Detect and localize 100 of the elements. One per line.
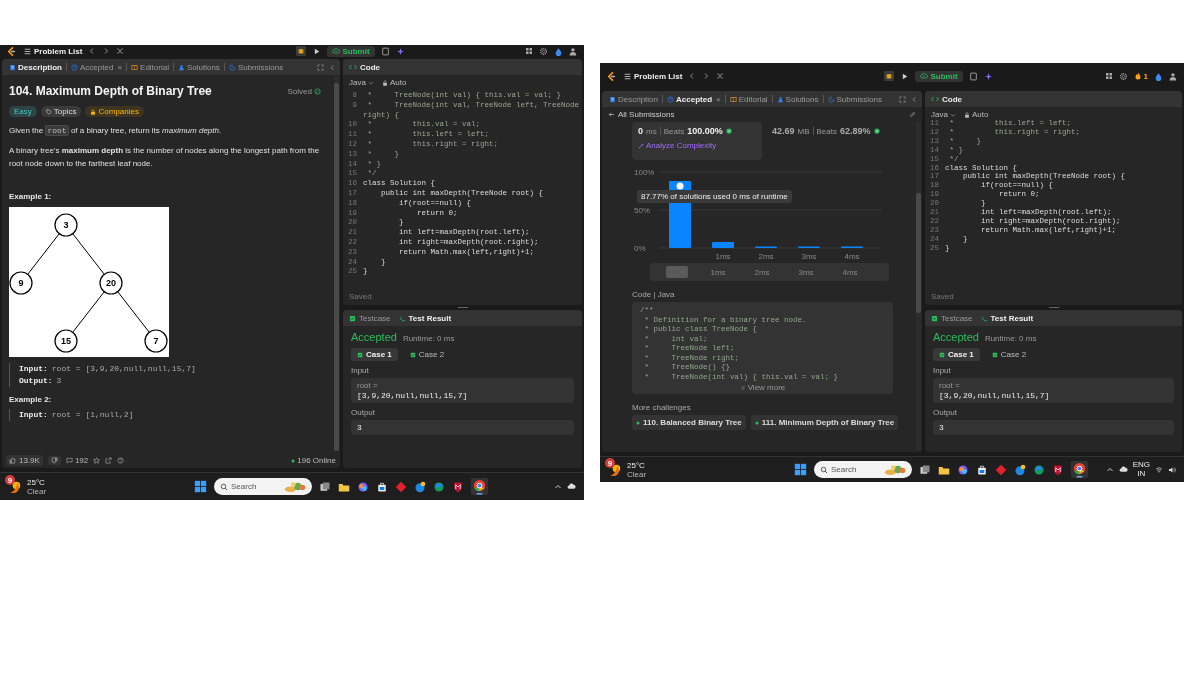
speaker-icon[interactable] [1168,465,1176,474]
search-icon [820,465,828,474]
submit-button[interactable]: Submit [327,45,375,57]
tab[interactable]: Accepted × [68,59,126,75]
example-heading: Example 2: [9,395,53,405]
logo-icon[interactable] [6,45,17,57]
flask-icon [177,63,185,71]
shield-icon[interactable] [1052,463,1064,476]
language-dropdown[interactable]: Java [931,110,956,119]
chevron-up-icon[interactable] [1105,465,1114,474]
problem-list-button[interactable]: Problem List [23,46,83,56]
share-icon[interactable] [105,457,113,464]
sparkle-icon[interactable] [983,71,993,81]
globe-icon[interactable] [1014,463,1026,476]
start-icon[interactable] [194,480,207,493]
chevron-up-icon[interactable] [554,482,562,491]
wifi-icon[interactable] [1155,465,1163,474]
cloud-icon[interactable] [1118,465,1128,474]
problem-list-button[interactable]: Problem List [623,71,683,81]
tab[interactable]: Testcase [931,313,973,323]
tab[interactable]: Editorial [128,59,172,75]
swirl-icon[interactable] [957,463,969,476]
challenge-button[interactable]: 111. Minimum Depth of Binary Tree [750,415,899,430]
submit-button[interactable]: Submit [915,70,963,82]
shield-icon[interactable] [452,480,464,493]
bug-icon[interactable] [296,46,307,56]
droplet-icon[interactable] [1154,71,1163,81]
case-tab[interactable]: Case 2 [985,348,1033,361]
task-view-icon[interactable] [319,480,331,493]
tab[interactable]: Description [6,59,65,75]
tab[interactable]: Editorial [726,91,771,107]
shopping-bag-icon[interactable] [976,463,988,476]
view-more-button[interactable]: View more [739,383,786,392]
case-tab[interactable]: Case 1 [351,348,398,361]
close-button[interactable]: × [716,94,721,104]
star-icon[interactable] [93,457,101,464]
bug-icon[interactable] [884,71,895,81]
tab[interactable]: Test Result [980,313,1034,323]
tab[interactable]: Solutions [174,59,223,75]
chart-navigator[interactable]: 1ms 2ms 3ms 4ms [650,263,889,281]
shuffle-icon[interactable] [116,47,125,55]
region-label: IN [1137,469,1146,478]
check-circle-icon [873,128,880,134]
tab[interactable]: Description [606,91,661,107]
language-dropdown[interactable]: Java [349,78,374,87]
task-view-icon[interactable] [919,463,931,476]
code-icon [349,63,357,71]
case-tab[interactable]: Case 2 [403,348,451,361]
browser-icon[interactable] [471,478,488,495]
companies-button[interactable]: Companies [85,106,144,117]
topics-button[interactable]: Topics [40,106,82,117]
tab[interactable]: Accepted × [664,91,724,107]
cloud-icon[interactable] [567,482,576,491]
help-icon[interactable] [117,457,125,464]
user-icon[interactable] [569,46,578,56]
dislike-button[interactable] [47,456,61,465]
user-icon[interactable] [1169,71,1178,81]
auto-mode-button[interactable]: Auto [963,110,989,119]
navigator-label: 1ms [709,267,727,277]
logo-icon[interactable] [606,70,617,82]
tab[interactable]: Submissions [824,91,885,107]
dot-icon [754,420,759,425]
tab[interactable]: Testcase [349,313,391,323]
unit-label: ms [646,127,657,136]
chevron-left-icon[interactable] [911,95,918,103]
diamond-icon[interactable] [995,463,1007,476]
play-icon[interactable] [900,71,910,81]
note-icon[interactable] [380,46,390,56]
wave-icon[interactable] [433,480,445,493]
link-icon[interactable] [909,110,916,118]
shuffle-icon[interactable] [716,72,725,80]
case-tab[interactable]: Case 1 [933,348,980,361]
back-link[interactable]: All Submissions [608,109,675,119]
globe-icon[interactable] [414,480,426,493]
droplet-icon[interactable] [554,46,563,56]
auto-mode-button[interactable]: Auto [381,78,407,87]
tab[interactable]: Test Result [398,313,452,323]
tab[interactable]: Solutions [773,91,822,107]
streak-button[interactable]: 1 [1133,71,1148,81]
shopping-bag-icon[interactable] [376,480,388,493]
play-icon[interactable] [312,46,322,56]
analyze-complexity-link[interactable]: Analyze Complexity [638,141,717,150]
tab[interactable]: Submissions [225,59,287,75]
result-status: Accepted [933,331,979,343]
like-button[interactable]: 13.9K [6,455,43,466]
comments-button[interactable]: 192 [65,456,89,465]
grid-icon[interactable] [525,47,533,55]
swirl-icon[interactable] [357,480,369,493]
note-icon[interactable] [968,71,978,81]
diamond-icon[interactable] [395,480,407,493]
sparkle-icon[interactable] [395,46,405,56]
browser-icon[interactable] [1071,461,1088,478]
gear-icon[interactable] [1118,71,1128,81]
wave-icon[interactable] [1033,463,1045,476]
challenge-button[interactable]: 110. Balanced Binary Tree [632,415,746,430]
chevron-left-icon[interactable] [329,63,336,71]
grid-icon[interactable] [1104,72,1113,80]
start-icon[interactable] [794,463,807,476]
gear-icon[interactable] [539,46,548,56]
close-button[interactable]: × [117,62,123,72]
